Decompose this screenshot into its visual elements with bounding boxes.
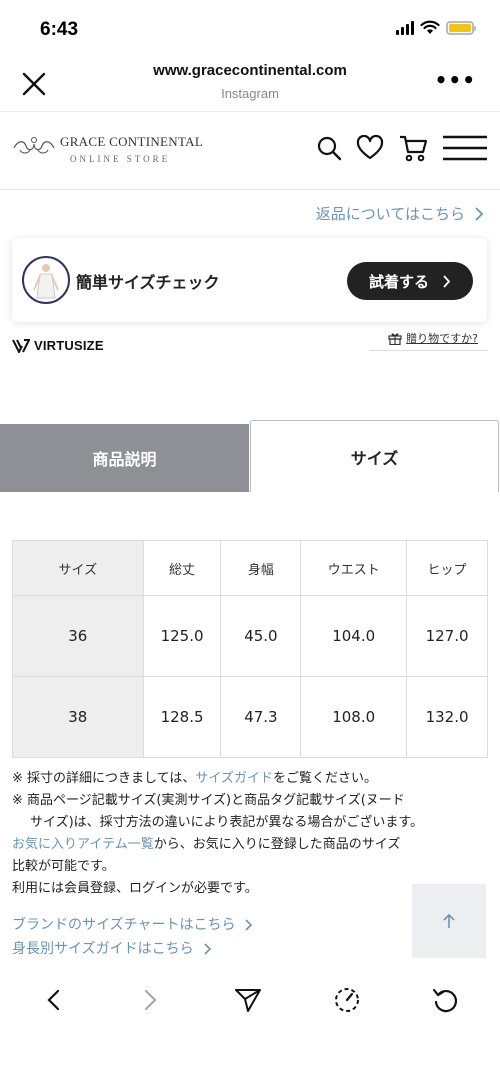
table-row: 36 125.0 45.0 104.0 127.0 — [12, 595, 488, 677]
table-cell: 132.0 — [406, 676, 488, 758]
gift-link-label: 贈り物ですか? — [406, 332, 478, 345]
table-cell: 45.0 — [220, 595, 302, 677]
try-on-label: 試着する — [368, 272, 429, 291]
chevron-right-icon — [443, 274, 451, 288]
note-text: をご覧ください。 — [273, 771, 378, 786]
store-header: GRACE CONTINENTAL ONLINE STORE — [0, 112, 500, 190]
send-icon — [235, 989, 261, 1012]
height-size-guide-link[interactable]: 身長別サイズガイドはこちら — [12, 937, 253, 961]
heart-icon[interactable] — [356, 135, 384, 161]
more-icon[interactable]: ••• — [435, 68, 476, 92]
back-button[interactable] — [38, 985, 68, 1015]
table-row: 38 128.5 47.3 108.0 132.0 — [12, 676, 488, 758]
size-guide-link[interactable]: サイズガイド — [195, 771, 273, 786]
virtusize-logo: VIRTUSIZE — [12, 338, 104, 353]
gift-icon — [388, 332, 402, 345]
reload-icon — [432, 988, 458, 1013]
chevron-left-icon — [47, 989, 60, 1011]
column-header: サイズ — [12, 540, 144, 596]
table-cell: 104.0 — [300, 595, 408, 677]
table-cell: 47.3 — [220, 676, 302, 758]
status-icons — [396, 20, 476, 35]
status-bar: 6:43 — [0, 0, 500, 58]
note-text: ※ 採寸の詳細につきましては、 — [12, 771, 196, 786]
favorites-link[interactable]: お気に入りアイテム一覧 — [12, 837, 154, 852]
battery-icon — [446, 20, 476, 35]
arrow-up-icon — [443, 913, 455, 928]
cart-icon[interactable] — [398, 134, 428, 162]
note-line: ※ 採寸の詳細につきましては、サイズガイドをご覧ください。 — [12, 768, 492, 790]
table-cell: 128.5 — [142, 676, 222, 758]
size-check-card[interactable]: 簡単サイズチェック 試着する — [12, 238, 487, 322]
status-time: 6:43 — [40, 19, 79, 40]
menu-icon[interactable] — [442, 135, 488, 161]
speed-button[interactable] — [332, 985, 362, 1015]
link-label: 身長別サイズガイドはこちら — [12, 941, 194, 957]
browser-url: www.gracecontinental.com — [153, 62, 347, 79]
chevron-right-icon — [144, 989, 157, 1011]
reload-button[interactable] — [430, 985, 460, 1015]
note-text: から、お気に入りに登録した商品のサイズ — [153, 837, 401, 852]
note-line: お気に入りアイテム一覧から、お気に入りに登録した商品のサイズ — [12, 834, 492, 856]
size-notes: ※ 採寸の詳細につきましては、サイズガイドをご覧ください。 ※ 商品ページ記載サ… — [12, 768, 492, 900]
table-header-row: サイズ 総丈 身幅 ウエスト ヒップ — [12, 540, 488, 596]
chevron-right-icon — [204, 943, 211, 955]
return-link-label: 返品についてはこちら — [315, 205, 465, 223]
gift-link[interactable]: 贈り物ですか? — [388, 330, 478, 346]
share-button[interactable] — [233, 985, 263, 1015]
link-label: ブランドのサイズチャートはこちら — [12, 917, 236, 933]
table-cell: 125.0 — [142, 595, 222, 677]
store-logo[interactable]: GRACE CONTINENTAL ONLINE STORE — [12, 134, 203, 164]
browser-header: www.gracecontinental.com Instagram ••• — [0, 58, 500, 112]
signal-icon — [396, 20, 414, 35]
tab-description[interactable]: 商品説明 — [0, 424, 249, 492]
column-header: ウエスト — [300, 540, 408, 596]
store-name: GRACE CONTINENTAL — [60, 134, 204, 149]
model-avatar-icon — [22, 256, 70, 304]
wifi-icon — [420, 20, 440, 34]
brand-size-chart-link[interactable]: ブランドのサイズチャートはこちら — [12, 913, 253, 937]
size-check-label: 簡単サイズチェック — [76, 273, 220, 292]
browser-subtitle: Instagram — [221, 86, 279, 101]
note-line: サイズ)は、採寸方法の違いにより表記が異なる場合がございます。 — [30, 815, 424, 830]
virtusize-logo-icon — [12, 338, 30, 353]
column-header: ヒップ — [406, 540, 488, 596]
gauge-icon — [335, 988, 359, 1012]
size-table: サイズ 総丈 身幅 ウエスト ヒップ 36 125.0 45.0 104.0 1… — [12, 540, 488, 758]
chevron-right-icon — [245, 919, 253, 931]
column-header: 総丈 — [142, 540, 222, 596]
back-to-top-button[interactable] — [412, 884, 486, 958]
try-on-button[interactable]: 試着する — [347, 262, 473, 300]
table-cell: 127.0 — [406, 595, 488, 677]
virtusize-label: VIRTUSIZE — [34, 338, 104, 353]
store-tagline: ONLINE STORE — [70, 154, 171, 164]
tab-size[interactable]: サイズ — [250, 420, 499, 492]
search-icon[interactable] — [316, 135, 342, 161]
browser-toolbar — [0, 975, 500, 1025]
note-line: 比較が可能です。 — [12, 859, 115, 874]
divider — [370, 350, 488, 351]
size-links: ブランドのサイズチャートはこちら 身長別サイズガイドはこちら — [12, 913, 253, 961]
table-cell: 36 — [12, 595, 144, 677]
forward-button[interactable] — [136, 985, 166, 1015]
return-policy-link[interactable]: 返品についてはこちら — [316, 203, 484, 224]
table-cell: 38 — [12, 676, 144, 758]
logo-ornament-icon — [13, 137, 55, 154]
table-cell: 108.0 — [300, 676, 408, 758]
chevron-right-icon — [475, 206, 484, 221]
note-line: ※ 商品ページ記載サイズ(実測サイズ)と商品タグ記載サイズ(ヌード — [12, 793, 405, 808]
column-header: 身幅 — [220, 540, 302, 596]
